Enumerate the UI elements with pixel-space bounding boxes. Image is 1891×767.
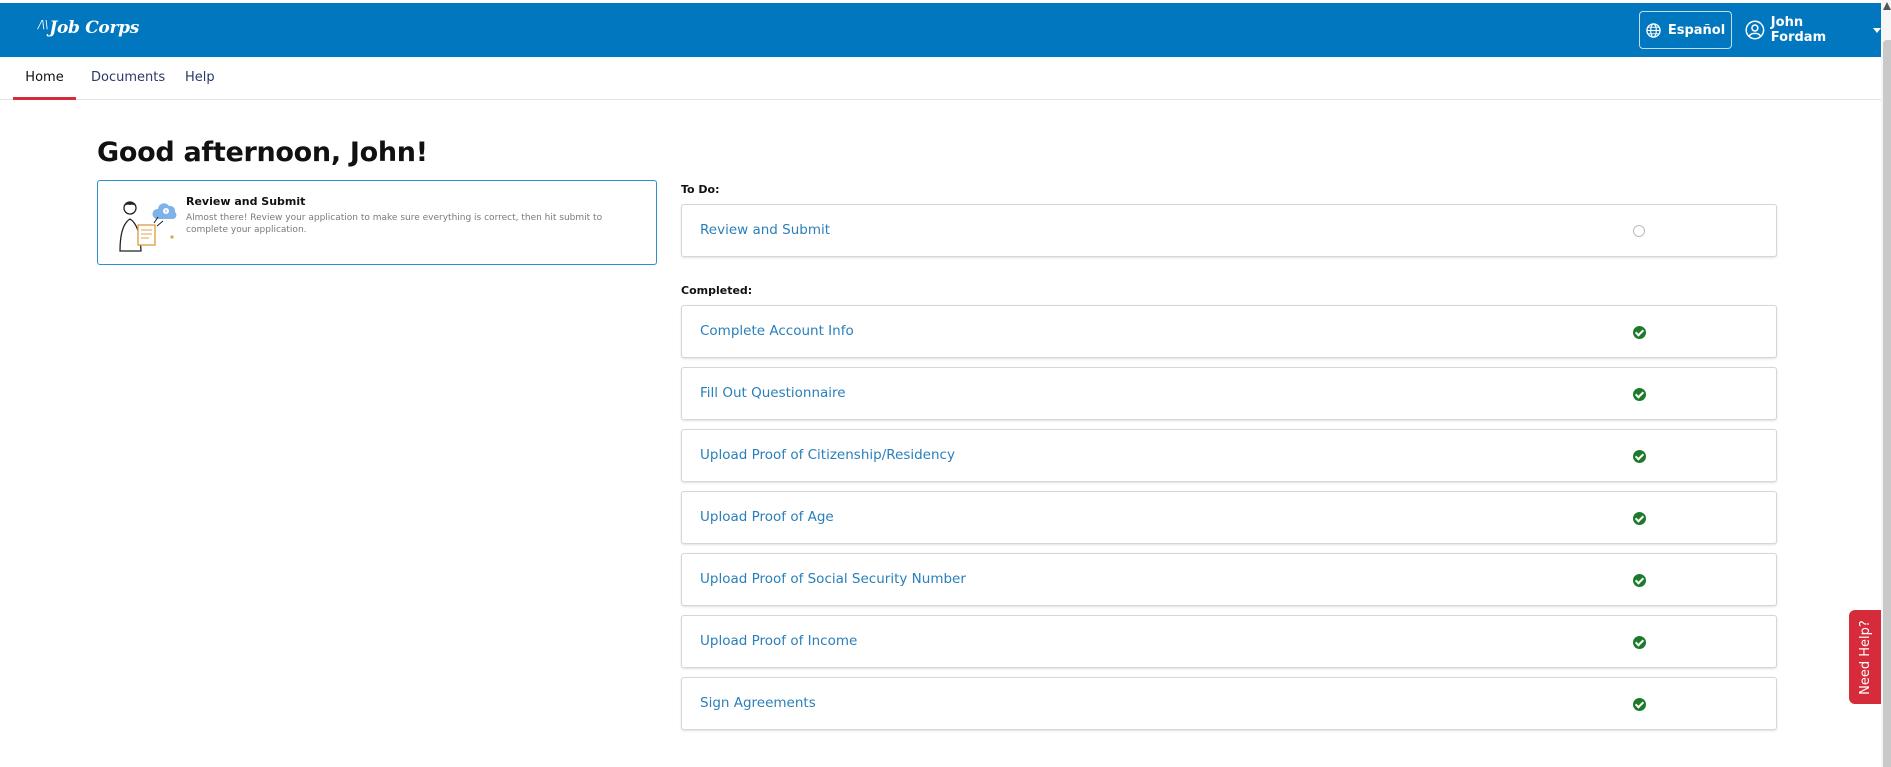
task-label: Sign Agreements — [700, 695, 816, 711]
completed-task-income[interactable]: Upload Proof of Income — [681, 615, 1777, 668]
completed-heading: Completed: — [681, 284, 753, 297]
todo-heading: To Do: — [681, 183, 720, 196]
completed-task-citizenship[interactable]: Upload Proof of Citizenship/Residency — [681, 429, 1777, 482]
task-label: Complete Account Info — [700, 323, 854, 339]
person-with-cloud-illustration-icon — [119, 201, 177, 252]
task-label: Upload Proof of Age — [700, 509, 834, 525]
task-label: Upload Proof of Citizenship/Residency — [700, 447, 955, 463]
scroll-up-arrow-icon[interactable] — [1883, 2, 1891, 10]
page-title: Good afternoon, John! — [97, 137, 428, 168]
task-label: Upload Proof of Income — [700, 633, 858, 649]
tab-home[interactable]: Home — [13, 57, 76, 100]
completed-task-agreements[interactable]: Sign Agreements — [681, 677, 1777, 730]
need-help-button[interactable]: Need Help? — [1849, 610, 1881, 704]
todo-task-review-and-submit[interactable]: Review and Submit — [681, 204, 1777, 257]
task-label: Fill Out Questionnaire — [700, 385, 846, 401]
chevron-down-icon — [1873, 27, 1881, 33]
main-nav-tabs: Home Documents Help — [0, 57, 1881, 100]
completed-task-account-info[interactable]: Complete Account Info — [681, 305, 1777, 358]
user-avatar-icon — [1745, 20, 1765, 40]
user-menu-dropdown[interactable]: John Fordam — [1745, 11, 1881, 49]
current-step-card[interactable]: Review and Submit Almost there! Review y… — [97, 180, 657, 265]
card-description: Almost there! Review your application to… — [186, 213, 603, 235]
tab-documents[interactable]: Documents — [91, 57, 165, 100]
logo-mark: /\\ — [38, 18, 49, 31]
check-circle-icon — [1633, 512, 1646, 525]
user-name: John Fordam — [1770, 15, 1827, 45]
completed-task-proof-of-age[interactable]: Upload Proof of Age — [681, 491, 1777, 544]
check-circle-icon — [1633, 326, 1646, 339]
task-label: Review and Submit — [700, 222, 831, 238]
brand-name: Job Corps — [49, 18, 139, 38]
language-toggle-button[interactable]: Español — [1639, 11, 1732, 49]
header-bar: /\\Job Corps Español John Fordam — [0, 3, 1881, 57]
completed-task-ssn[interactable]: Upload Proof of Social Security Number — [681, 553, 1777, 606]
task-label: Upload Proof of Social Security Number — [700, 571, 966, 587]
check-circle-icon — [1633, 388, 1646, 401]
scrollbar-thumb[interactable] — [1883, 40, 1891, 767]
pending-circle-icon — [1633, 225, 1645, 237]
card-title: Review and Submit — [186, 195, 306, 208]
check-circle-icon — [1633, 636, 1646, 649]
tab-help[interactable]: Help — [185, 57, 215, 100]
language-label: Español — [1667, 22, 1726, 38]
check-circle-icon — [1633, 450, 1646, 463]
completed-task-questionnaire[interactable]: Fill Out Questionnaire — [681, 367, 1777, 420]
check-circle-icon — [1633, 698, 1646, 711]
check-circle-icon — [1633, 574, 1646, 587]
need-help-label: Need Help? — [1857, 619, 1873, 695]
job-corps-logo[interactable]: /\\Job Corps — [38, 18, 139, 38]
globe-icon — [1646, 22, 1661, 38]
